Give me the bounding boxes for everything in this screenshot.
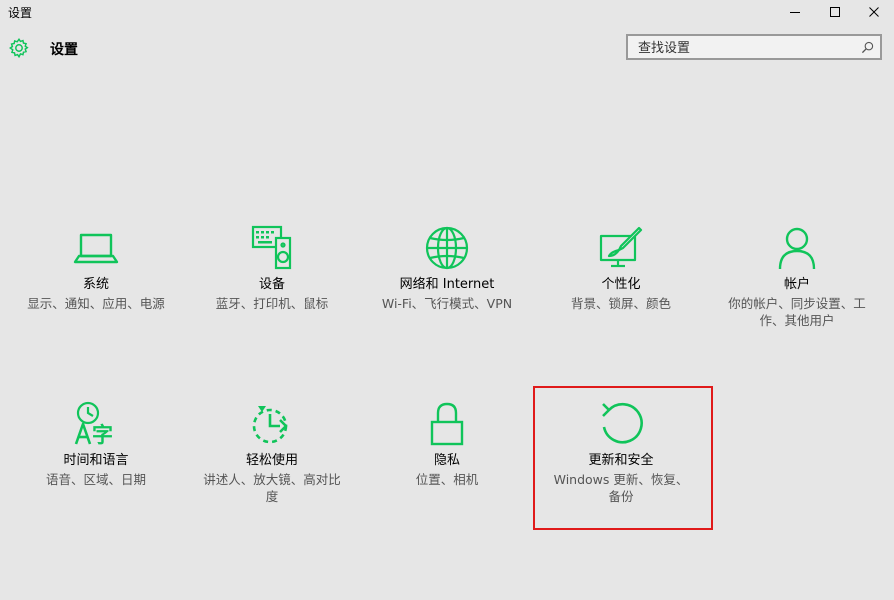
- search-input[interactable]: [636, 37, 860, 59]
- maximize-button[interactable]: [815, 0, 855, 24]
- window-title: 设置: [8, 6, 33, 20]
- lock-icon: [430, 402, 464, 446]
- tile-devices[interactable]: 设备 蓝牙、打印机、鼠标: [197, 224, 347, 312]
- tile-system[interactable]: 系统 显示、通知、应用、电源: [21, 224, 171, 312]
- title-bar: 设置: [0, 0, 894, 24]
- tile-description: 语音、区域、日期: [45, 472, 146, 487]
- tile-title: 轻松使用: [245, 453, 298, 468]
- tile-description: Wi-Fi、飞行模式、VPN: [381, 296, 513, 311]
- personalization-icon: [599, 226, 643, 268]
- tile-title: 隐私: [433, 453, 460, 468]
- minimize-icon: [790, 12, 800, 13]
- tile-description: 位置、相机: [415, 472, 479, 487]
- svg-text:字: 字: [92, 423, 113, 447]
- tile-description: 背景、锁屏、颜色: [570, 296, 671, 311]
- page-title: 设置: [50, 42, 78, 58]
- tile-ease-of-access[interactable]: 轻松使用 讲述人、放大镜、高对比度: [197, 400, 347, 505]
- maximize-icon: [830, 7, 840, 17]
- tile-description: 蓝牙、打印机、鼠标: [215, 296, 329, 311]
- tile-accounts[interactable]: 帐户 你的帐户、同步设置、工作、其他用户: [722, 224, 872, 329]
- devices-icon: [251, 225, 292, 270]
- laptop-icon: [73, 233, 119, 264]
- tile-personalization[interactable]: 个性化 背景、锁屏、颜色: [546, 224, 696, 312]
- tile-description: 讲述人、放大镜、高对比度: [203, 472, 341, 504]
- ease-of-access-icon: [252, 406, 288, 444]
- search-icon[interactable]: [861, 41, 874, 54]
- person-icon: [778, 227, 816, 270]
- tile-description: 显示、通知、应用、电源: [27, 296, 165, 311]
- selection-highlight: [533, 386, 713, 530]
- tile-title: 帐户: [783, 277, 810, 292]
- gear-icon: [9, 38, 29, 59]
- tile-title: 时间和语言: [63, 453, 129, 468]
- tile-title: 设备: [258, 277, 285, 292]
- tile-description: 你的帐户、同步设置、工作、其他用户: [728, 296, 866, 328]
- tile-privacy[interactable]: 隐私 位置、相机: [372, 400, 522, 488]
- minimize-button[interactable]: [775, 0, 815, 24]
- close-button[interactable]: [854, 0, 894, 24]
- tile-title: 网络和 Internet: [399, 277, 495, 292]
- tile-time-language[interactable]: 字 时间和语言 语音、区域、日期: [21, 400, 171, 488]
- time-language-icon: 字: [74, 401, 113, 447]
- tile-title: 系统: [82, 277, 109, 292]
- globe-icon: [425, 226, 469, 270]
- settings-header: 设置: [0, 30, 894, 66]
- tile-network[interactable]: 网络和 Internet Wi-Fi、飞行模式、VPN: [372, 224, 522, 312]
- tile-title: 个性化: [601, 277, 641, 292]
- search-box[interactable]: [626, 34, 882, 60]
- close-icon: [869, 7, 879, 17]
